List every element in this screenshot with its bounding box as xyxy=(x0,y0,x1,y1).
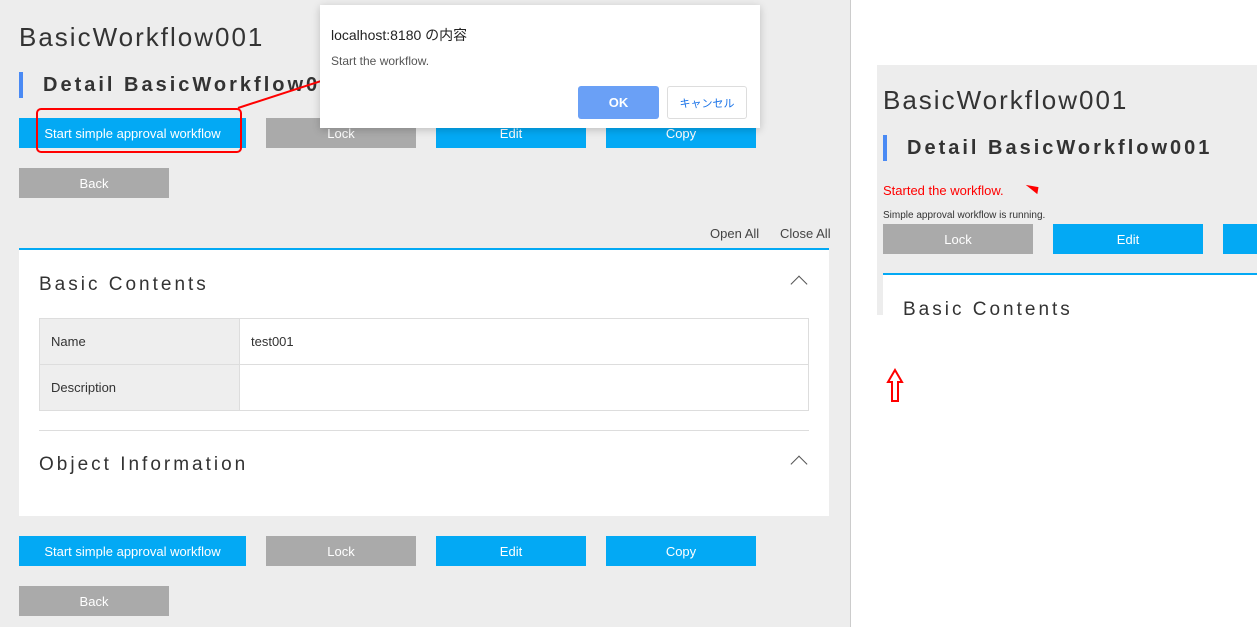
arrow-annotation-icon xyxy=(1024,184,1039,195)
highlight-annotation xyxy=(36,108,242,153)
workflow-status: Simple approval workflow is running. xyxy=(883,210,1046,221)
page-title: BasicWorkflow001 xyxy=(19,22,265,52)
ok-button[interactable]: OK xyxy=(578,86,659,119)
page-title-after: BasicWorkflow001 xyxy=(883,85,1129,115)
dialog-title: localhost:8180 の内容 xyxy=(331,27,468,43)
table-row: Description xyxy=(39,364,809,411)
start-workflow-button-bottom[interactable]: Start simple approval workflow xyxy=(19,536,246,566)
section-basic-title: Basic Contents xyxy=(39,274,209,295)
chevron-up-icon[interactable] xyxy=(790,275,808,293)
confirm-dialog: localhost:8180 の内容 Start the workflow. O… xyxy=(320,5,760,128)
edit-button-after[interactable]: Edit xyxy=(1053,224,1203,254)
lock-button-after[interactable]: Lock xyxy=(883,224,1033,254)
copy-button-after[interactable] xyxy=(1223,224,1257,254)
section-basic-title-after: Basic Contents xyxy=(903,299,1073,315)
field-value xyxy=(239,364,809,411)
lock-button-bottom[interactable]: Lock xyxy=(266,536,416,566)
table-row: Name test001 xyxy=(39,318,809,365)
chevron-up-icon[interactable] xyxy=(790,455,808,473)
edit-button-bottom[interactable]: Edit xyxy=(436,536,586,566)
back-button-bottom[interactable]: Back xyxy=(19,586,169,616)
close-all-link[interactable]: Close All xyxy=(780,226,831,241)
page-after: BasicWorkflow001 Detail BasicWorkflow001… xyxy=(877,65,1257,315)
field-label: Description xyxy=(39,364,240,411)
cancel-button[interactable]: キャンセル xyxy=(667,86,747,119)
open-all-link[interactable]: Open All xyxy=(710,226,759,241)
detail-heading: Detail BasicWorkflow001 xyxy=(19,72,348,98)
success-message: Started the workflow. xyxy=(883,183,1004,198)
divider xyxy=(39,430,809,431)
dialog-message: Start the workflow. xyxy=(331,54,430,68)
field-value: test001 xyxy=(239,318,809,365)
copy-button-bottom[interactable]: Copy xyxy=(606,536,756,566)
back-button[interactable]: Back xyxy=(19,168,169,198)
fields-table: Name test001 Description xyxy=(39,318,809,411)
up-arrow-annotation-icon xyxy=(886,368,904,402)
section-object-title: Object Information xyxy=(39,454,249,475)
detail-heading-after: Detail BasicWorkflow001 xyxy=(883,135,1212,161)
detail-panel-after: Basic Contents xyxy=(883,273,1257,315)
detail-panel: Basic Contents Name test001 Description O… xyxy=(19,248,829,516)
field-label: Name xyxy=(39,318,240,365)
